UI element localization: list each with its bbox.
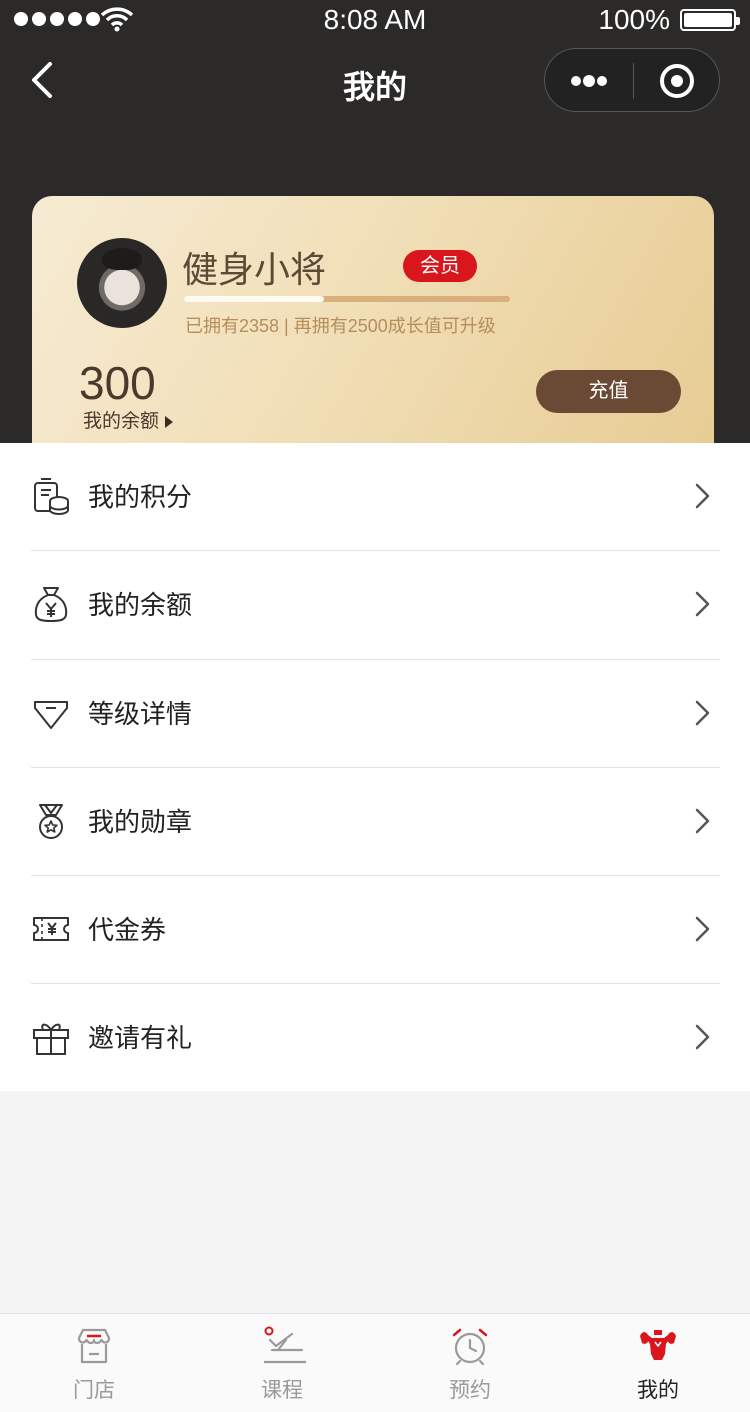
- target-icon-dot: [671, 75, 683, 87]
- menu-item-label: 我的积分: [88, 482, 193, 512]
- menu-item-voucher[interactable]: 代金券: [0, 876, 750, 984]
- growth-progress-fill: [184, 296, 325, 302]
- more-dot-icon: [571, 76, 581, 86]
- status-bar: 8:08 AM 100%: [0, 0, 750, 40]
- menu-item-label: 我的余额: [88, 590, 193, 620]
- tab-mine[interactable]: 我的: [564, 1314, 750, 1412]
- store-icon: [77, 1328, 111, 1364]
- tab-booking[interactable]: 预约: [376, 1314, 564, 1412]
- more-button[interactable]: [545, 49, 633, 113]
- alarm-clock-icon: [452, 1328, 488, 1366]
- chevron-right-icon: [695, 483, 710, 509]
- gift-icon: [33, 1023, 69, 1055]
- tab-store[interactable]: 门店: [0, 1314, 188, 1412]
- tab-label: 门店: [73, 1379, 115, 1402]
- recharge-button[interactable]: 充值: [536, 370, 681, 413]
- tab-course[interactable]: 课程: [188, 1314, 376, 1412]
- chevron-right-icon: [695, 700, 710, 726]
- course-icon: [264, 1326, 306, 1364]
- tab-bar: 门店 课程 预约 我的: [0, 1313, 750, 1412]
- menu-item-medals[interactable]: 我的勋章: [0, 768, 750, 876]
- member-card: 健身小将 会员 已拥有2358 | 再拥有2500成长值可升级 300 我的余额…: [32, 196, 714, 443]
- balance-label: 我的余额: [83, 411, 160, 432]
- menu-item-label: 等级详情: [88, 699, 193, 729]
- chevron-right-icon: [695, 808, 710, 834]
- chevron-right-icon: [695, 1024, 710, 1050]
- caret-right-icon: [165, 415, 174, 428]
- tab-label: 我的: [637, 1379, 679, 1402]
- diamond-icon: [34, 701, 68, 729]
- growth-progress-bar: [184, 296, 510, 302]
- coins-icon: [34, 478, 69, 515]
- growth-text: 已拥有2358 | 再拥有2500成长值可升级: [185, 316, 496, 336]
- menu-item-level[interactable]: 等级详情: [0, 660, 750, 768]
- balance-value: 300: [79, 357, 156, 409]
- member-badge: 会员: [403, 250, 477, 282]
- chevron-left-icon: [32, 62, 52, 98]
- chevron-right-icon: [695, 916, 710, 942]
- menu-item-balance[interactable]: 我的余额: [0, 551, 750, 660]
- tab-label: 预约: [449, 1379, 491, 1402]
- menu-list: 我的积分 我的余额 等级详情 我的勋章 代金券 邀请有礼: [0, 443, 750, 1091]
- battery-percent: 100%: [598, 4, 670, 35]
- medal-icon: [39, 804, 63, 839]
- back-button[interactable]: [24, 58, 64, 102]
- menu-item-points[interactable]: 我的积分: [0, 443, 750, 551]
- menu-item-label: 我的勋章: [88, 807, 193, 837]
- more-dot-icon: [583, 75, 595, 87]
- tab-label: 课程: [261, 1379, 303, 1402]
- menu-item-invite[interactable]: 邀请有礼: [0, 984, 750, 1092]
- more-dot-icon: [597, 76, 607, 86]
- voucher-icon: [33, 917, 69, 941]
- muscle-man-icon: [640, 1330, 676, 1360]
- mini-program-capsule: [544, 48, 720, 112]
- menu-item-label: 代金券: [88, 915, 167, 945]
- username: 健身小将: [182, 249, 327, 290]
- balance-link[interactable]: 我的余额: [83, 406, 174, 433]
- avatar[interactable]: [77, 238, 167, 328]
- menu-item-label: 邀请有礼: [88, 1023, 193, 1053]
- battery-icon: [680, 9, 740, 31]
- chevron-right-icon: [695, 591, 710, 617]
- money-bag-icon: [34, 587, 68, 623]
- close-button[interactable]: [634, 49, 720, 113]
